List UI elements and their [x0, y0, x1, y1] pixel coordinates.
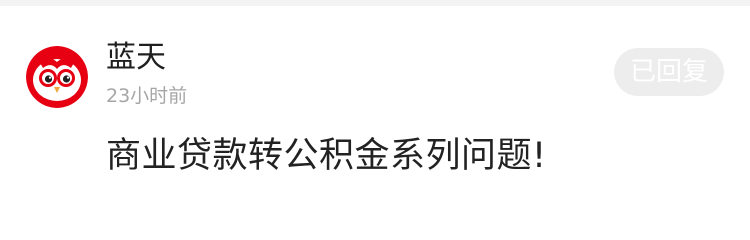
post-time: 23小时前: [106, 85, 188, 107]
comment-text: 商业贷款转公积金系列问题!: [106, 136, 547, 176]
avatar[interactable]: [26, 46, 88, 108]
owl-face-avatar-icon: [26, 46, 88, 108]
author-name[interactable]: 蓝天: [106, 40, 166, 76]
comment-card: 蓝天 23小时前 已回复 商业贷款转公积金系列问题!: [0, 6, 750, 219]
replied-button[interactable]: 已回复: [614, 48, 724, 96]
